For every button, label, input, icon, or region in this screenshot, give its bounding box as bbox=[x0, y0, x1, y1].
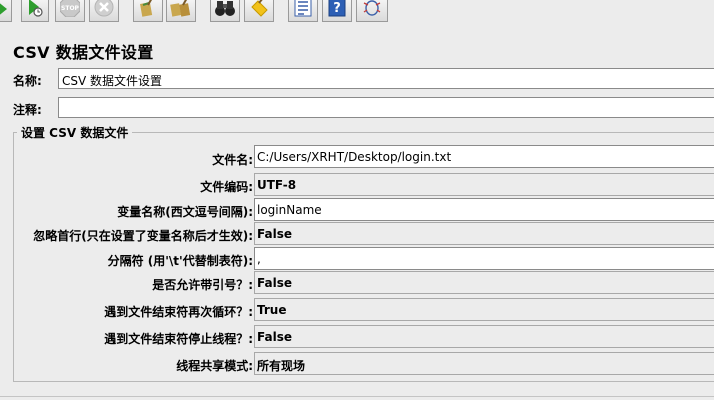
play-no-timers-icon bbox=[29, 0, 43, 17]
name-label: 名称: bbox=[13, 74, 42, 88]
panel-title: CSV 数据文件设置 bbox=[13, 43, 154, 62]
debug-button[interactable] bbox=[356, 0, 388, 22]
broom-icon bbox=[140, 0, 153, 17]
delimiter-field[interactable]: , bbox=[254, 247, 714, 270]
reset-search-button[interactable] bbox=[244, 0, 274, 22]
bug-icon bbox=[363, 0, 381, 16]
help-button[interactable]: ? bbox=[322, 0, 352, 22]
group-title: 设置 CSV 数据文件 bbox=[17, 124, 133, 141]
divider bbox=[0, 396, 714, 397]
variable-names-label: 变量名称(西文逗号间隔): bbox=[117, 205, 253, 219]
function-helper-button[interactable] bbox=[288, 0, 318, 22]
list-icon bbox=[294, 0, 312, 17]
encoding-combo[interactable]: UTF-8 bbox=[254, 173, 714, 196]
variable-names-field[interactable]: loginName bbox=[254, 198, 714, 221]
svg-text:?: ? bbox=[333, 1, 341, 16]
shutdown-button[interactable] bbox=[89, 0, 119, 22]
allow-quoted-label: 是否允许带引号？: bbox=[152, 278, 253, 292]
recycle-on-eof-label: 遇到文件结束符再次循环？: bbox=[104, 305, 253, 319]
stop-button[interactable]: STOP bbox=[55, 0, 85, 22]
broom-all-icon bbox=[170, 0, 191, 17]
allow-quoted-combo[interactable]: False bbox=[254, 271, 714, 294]
stop-icon: STOP bbox=[60, 0, 80, 17]
filename-field[interactable]: C:/Users/XRHT/Desktop/login.txt bbox=[254, 145, 714, 168]
play-icon bbox=[0, 3, 7, 15]
stop-thread-on-eof-combo[interactable]: False bbox=[254, 325, 714, 348]
encoding-label: 文件编码: bbox=[200, 180, 253, 194]
svg-text:STOP: STOP bbox=[61, 5, 80, 12]
ignore-first-line-label: 忽略首行(只在设置了变量名称后才生效): bbox=[33, 229, 253, 243]
clear-all-button[interactable] bbox=[166, 0, 196, 22]
name-field[interactable]: CSV 数据文件设置 bbox=[58, 68, 714, 89]
clear-button[interactable] bbox=[133, 0, 163, 22]
sharing-mode-combo[interactable]: 所有现场 bbox=[254, 352, 714, 375]
stop-thread-on-eof-label: 遇到文件结束符停止线程？: bbox=[104, 332, 253, 346]
broom-yellow-icon bbox=[251, 0, 268, 17]
filename-label: 文件名: bbox=[212, 153, 253, 167]
comment-label: 注释: bbox=[13, 103, 42, 117]
delimiter-label: 分隔符 (用'\t'代替制表符): bbox=[107, 254, 253, 268]
ignore-first-line-combo[interactable]: False bbox=[254, 222, 714, 245]
start-no-timers-button[interactable] bbox=[21, 0, 49, 22]
toolbar: STOP ? bbox=[0, 0, 714, 27]
binoculars-icon bbox=[215, 1, 235, 16]
help-icon: ? bbox=[328, 0, 346, 17]
start-button[interactable] bbox=[0, 0, 12, 22]
recycle-on-eof-combo[interactable]: True bbox=[254, 298, 714, 321]
comment-field[interactable] bbox=[58, 97, 714, 118]
shutdown-icon bbox=[94, 0, 114, 17]
sharing-mode-label: 线程共享模式: bbox=[176, 359, 253, 373]
search-button[interactable] bbox=[210, 0, 240, 22]
